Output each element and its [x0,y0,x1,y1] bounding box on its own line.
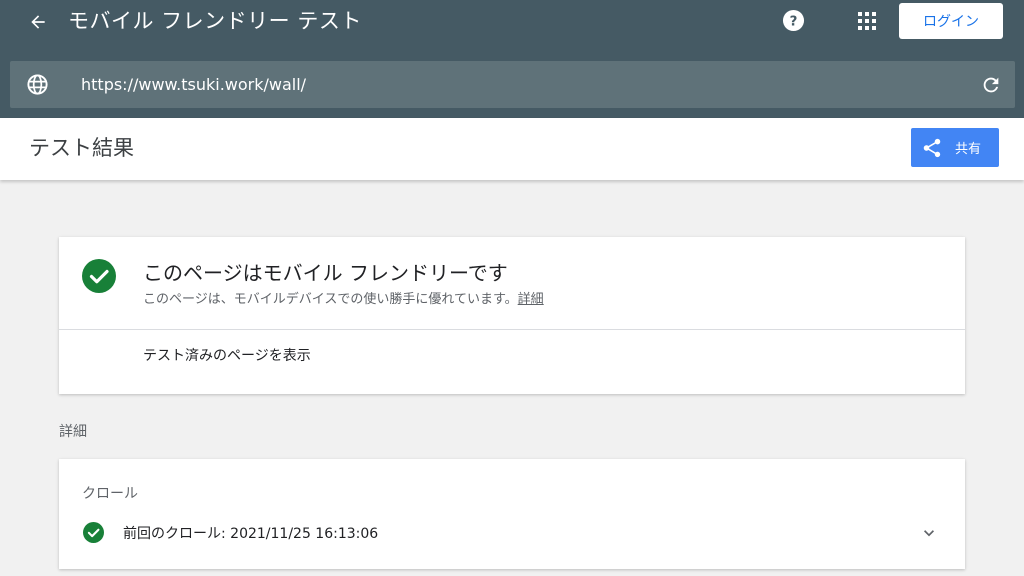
divider [59,329,965,330]
share-icon [923,138,941,157]
details-link[interactable]: 詳細 [518,292,544,307]
status-subtitle-text: このページは、モバイルデバイスでの使い勝手に優れています。 [143,292,518,307]
help-icon: ? [782,9,805,32]
arrow-back-icon [31,15,45,29]
url-input[interactable]: https://www.tsuki.work/wall/ [81,61,306,108]
apps-button[interactable] [856,10,878,32]
login-button[interactable]: ログイン [899,3,1003,39]
share-button[interactable]: 共有 [911,128,999,167]
details-section-label: 詳細 [59,424,87,440]
status-subtitle: このページは、モバイルデバイスでの使い勝手に優れています。詳細 [143,288,544,307]
result-header: テスト結果 共有 [0,118,1024,180]
view-tested-page-link[interactable]: テスト済みのページを表示 [143,345,311,365]
reload-icon[interactable] [980,74,1002,96]
url-bar[interactable]: https://www.tsuki.work/wall/ [10,61,1015,108]
back-button[interactable] [24,8,52,36]
help-button[interactable]: ? [782,9,805,32]
status-title: このページはモバイル フレンドリーです [143,261,508,285]
top-app-bar: モバイル フレンドリー テスト ? ログイン https://www.tsuki… [0,0,1024,118]
app-title: モバイル フレンドリー テスト [68,9,362,33]
apps-grid-icon [858,12,876,30]
check-circle-icon [83,522,104,543]
last-crawl-text: 前回のクロール: 2021/11/25 16:13:06 [123,526,379,542]
page-title: テスト結果 [29,136,134,160]
crawl-label: クロール [82,486,138,502]
svg-text:?: ? [790,14,798,29]
share-label: 共有 [955,142,982,157]
chevron-down-icon[interactable] [919,523,939,543]
check-circle-icon [82,259,116,293]
globe-icon [27,74,48,95]
summary-card: このページはモバイル フレンドリーです このページは、モバイルデバイスでの使い勝… [59,237,965,394]
crawl-card: クロール 前回のクロール: 2021/11/25 16:13:06 [59,459,965,569]
